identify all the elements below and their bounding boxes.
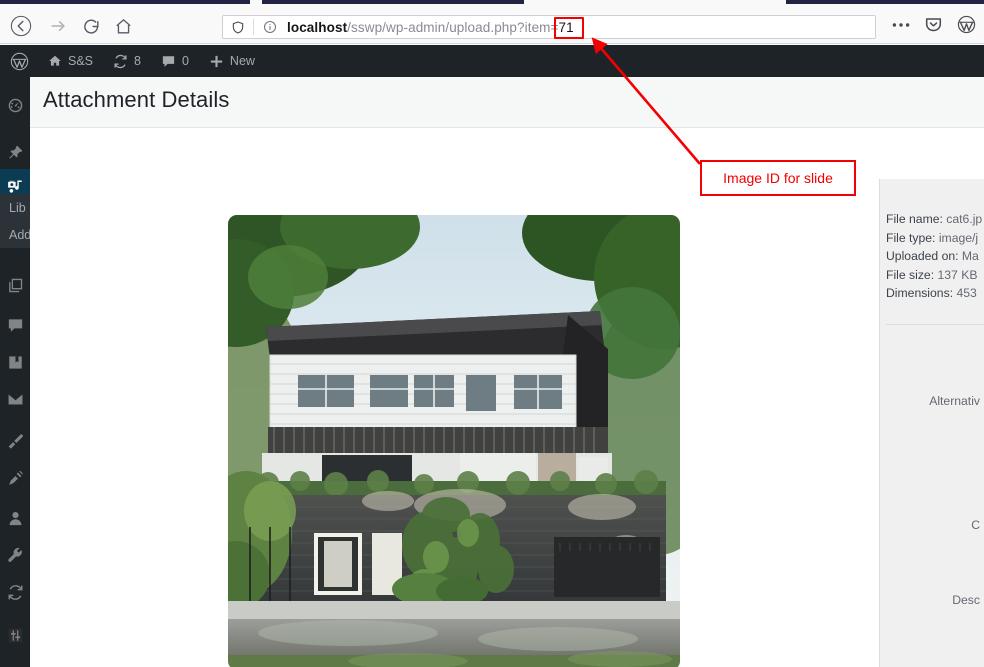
sidebar-item-book[interactable] (0, 345, 30, 379)
description-label: Desc (952, 593, 980, 607)
new-label: New (229, 54, 255, 68)
tab-segment[interactable] (0, 0, 250, 4)
url-text[interactable]: localhost/sswp/wp-admin/upload.php?item=… (287, 20, 574, 35)
sidebar-item-settings[interactable] (0, 618, 30, 652)
file-size-label: File size: (886, 267, 935, 282)
file-size-value: 137 KB (937, 267, 978, 282)
media-icon (7, 178, 24, 195)
url-bar[interactable]: localhost/sswp/wp-admin/upload.php?item=… (222, 15, 876, 39)
tracking-protection-shield-icon[interactable] (231, 20, 245, 35)
file-size-row: File size: 137 KB (886, 266, 984, 285)
file-type-value: image/j (938, 230, 979, 245)
annotation-callout: Image ID for slide (700, 160, 856, 196)
url-host: localhost (287, 19, 348, 35)
url-bar-divider (253, 19, 254, 35)
site-name-menu[interactable]: S&S (38, 45, 103, 77)
more-menu-icon[interactable] (892, 22, 910, 28)
wp-logo-menu[interactable] (0, 45, 38, 77)
file-name-row: File name: cat6.jp (886, 210, 984, 229)
annotation-text: Image ID for slide (723, 170, 833, 186)
wp-admin-bar: S&S 8 0 New (0, 45, 984, 77)
file-type-row: File type: image/j (886, 229, 984, 248)
wrench-icon (7, 547, 24, 564)
house-photo (228, 215, 680, 667)
attachment-details-body: Edit Image File name: cat6.jp File type:… (30, 128, 984, 667)
sidebar-item-forms[interactable] (0, 659, 30, 667)
sliders-icon (7, 627, 24, 644)
comment-icon (7, 317, 24, 334)
updates-menu[interactable]: 8 (103, 45, 151, 77)
sidebar-item-appearance[interactable] (0, 424, 30, 458)
user-icon (7, 510, 24, 527)
sidebar-item-tools[interactable] (0, 538, 30, 572)
sidebar-divider (0, 612, 30, 613)
book-icon (7, 354, 24, 371)
reload-button[interactable] (78, 13, 104, 39)
sidebar-submenu-label: Lib (9, 200, 26, 215)
sidebar-item-comments[interactable] (0, 308, 30, 342)
attachment-image[interactable] (228, 215, 680, 667)
comments-menu[interactable]: 0 (151, 45, 199, 77)
url-path: /sswp/wp-admin/upload.php?item= (347, 19, 559, 35)
sidebar-item-media-library[interactable]: Lib (0, 194, 30, 221)
dimensions-row: Dimensions: 453 (886, 284, 984, 303)
attachment-details-panel: File name: cat6.jp File type: image/j Up… (879, 179, 984, 667)
sidebar-submenu-label: Add (9, 227, 30, 242)
site-information-icon[interactable] (263, 20, 277, 34)
sidebar-item-plugins[interactable] (0, 461, 30, 495)
file-type-label: File type: (886, 230, 936, 245)
uploaded-on-value: Ma (961, 249, 979, 263)
dimensions-value: 453 (956, 286, 977, 300)
pages-icon (7, 277, 24, 294)
alternative-text-label: Alternativ (929, 394, 980, 408)
file-name-value: cat6.jp (946, 212, 983, 226)
back-button[interactable] (8, 13, 34, 39)
sidebar-item-pages[interactable] (0, 268, 30, 302)
pin-icon (7, 144, 24, 161)
envelope-icon (7, 391, 24, 408)
forward-button[interactable] (45, 13, 71, 39)
sidebar-item-users[interactable] (0, 501, 30, 535)
tab-segment[interactable] (786, 0, 984, 4)
caption-label: C (971, 518, 980, 532)
details-divider (886, 324, 984, 325)
browser-navigation-bar: localhost/sswp/wp-admin/upload.php?item=… (0, 6, 984, 44)
pocket-icon[interactable] (924, 15, 943, 34)
screenshot-root: localhost/sswp/wp-admin/upload.php?item=… (0, 0, 984, 667)
refresh-icon (7, 584, 24, 601)
wordpress-extension-icon[interactable] (957, 15, 976, 34)
comments-count: 0 (181, 54, 189, 68)
attachment-metadata: File name: cat6.jp File type: image/j Up… (886, 210, 984, 303)
updates-count: 8 (134, 54, 141, 68)
page-title: Attachment Details (43, 87, 230, 112)
sidebar-item-media-add-new[interactable]: Add (0, 221, 30, 248)
site-name-label: S&S (68, 54, 94, 68)
brush-icon (7, 433, 24, 450)
sidebar-item-dashboard[interactable] (0, 88, 30, 122)
sidebar-item-mail[interactable] (0, 382, 30, 416)
uploaded-on-row: Uploaded on: Ma (886, 247, 984, 266)
browser-toolbar-icons (892, 15, 976, 34)
url-item-id: 71 (558, 19, 574, 35)
attachment-preview[interactable] (228, 215, 680, 667)
uploaded-on-label: Uploaded on: (886, 249, 959, 263)
plug-icon (7, 470, 24, 487)
sidebar-item-updates[interactable] (0, 575, 30, 609)
sidebar-item-posts[interactable] (0, 135, 30, 169)
home-button[interactable] (110, 13, 136, 39)
new-content-menu[interactable]: New (199, 45, 265, 77)
file-name-label: File name: (886, 212, 943, 226)
dimensions-label: Dimensions: (886, 286, 954, 300)
wp-admin-sidebar: Lib Add (0, 77, 30, 667)
dashboard-icon (7, 97, 24, 114)
tab-segment[interactable] (262, 0, 524, 4)
